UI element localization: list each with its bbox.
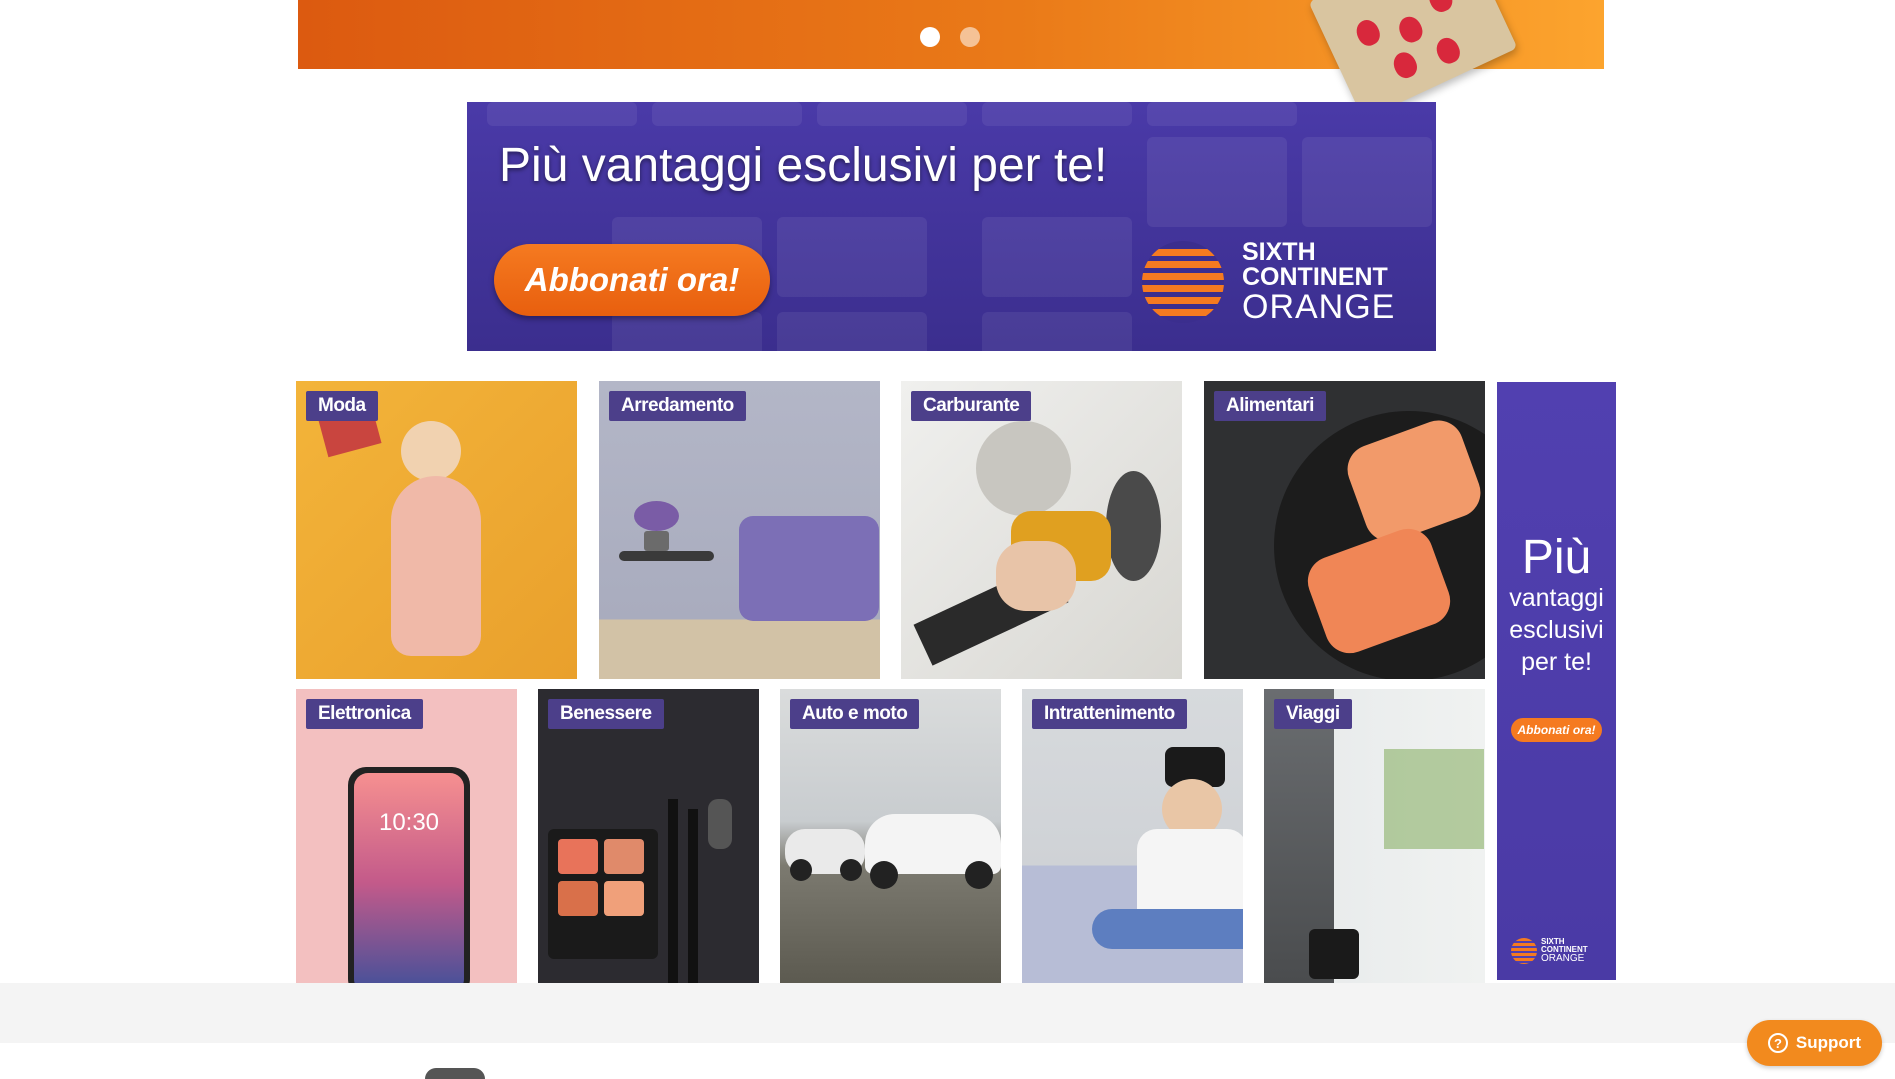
promo-banner[interactable]: Più vantaggi esclusivi per te! Abbonati …: [467, 102, 1436, 351]
sky-brand-line3: ORANGE: [1541, 953, 1585, 964]
category-intrattenimento[interactable]: Intrattenimento: [1022, 689, 1243, 983]
category-elettronica[interactable]: 10:30 Elettronica: [296, 689, 517, 983]
slider-pagination: [920, 27, 980, 47]
skyscraper-ad[interactable]: Più vantaggi esclusivi per te! Abbonati …: [1497, 382, 1616, 980]
support-button[interactable]: ? Support: [1747, 1020, 1882, 1066]
category-label: Alimentari: [1214, 391, 1326, 421]
brand-text-line1: SIXTH: [1242, 238, 1316, 266]
category-alimentari[interactable]: Alimentari: [1204, 381, 1485, 679]
sixth-continent-logo-icon: [1142, 241, 1224, 323]
sixth-continent-logo: SIXTH CONTINENT ORANGE: [1142, 240, 1395, 324]
category-benessere[interactable]: Benessere: [538, 689, 759, 983]
sky-brand-logo: SIXTH CONTINENT ORANGE: [1511, 938, 1588, 964]
category-label: Elettronica: [306, 699, 423, 729]
category-label: Arredamento: [609, 391, 746, 421]
category-label: Auto e moto: [790, 699, 920, 729]
sky-ad-line3: esclusivi: [1509, 616, 1604, 644]
brand-text-line2: CONTINENT: [1242, 263, 1388, 291]
category-label: Moda: [306, 391, 378, 421]
phone-clock-text: 10:30: [378, 809, 440, 836]
hero-slider[interactable]: [298, 0, 1604, 120]
sky-ad-line2: vantaggi: [1509, 584, 1604, 612]
category-label: Benessere: [548, 699, 664, 729]
support-label: Support: [1795, 1033, 1862, 1052]
slider-dot-1[interactable]: [920, 27, 940, 47]
footer-band: [0, 983, 1895, 1043]
category-label: Intrattenimento: [1032, 699, 1187, 729]
category-auto-e-moto[interactable]: Auto e moto: [780, 689, 1001, 983]
subscribe-button[interactable]: Abbonati ora!: [494, 244, 770, 316]
category-label: Carburante: [911, 391, 1032, 421]
category-arredamento[interactable]: Arredamento: [599, 381, 880, 679]
slider-dot-2[interactable]: [960, 27, 980, 47]
sky-ad-line4: per te!: [1521, 648, 1592, 676]
sky-subscribe-button[interactable]: Abbonati ora!: [1511, 718, 1602, 742]
category-viaggi[interactable]: Viaggi: [1264, 689, 1485, 983]
promo-title: Più vantaggi esclusivi per te!: [499, 139, 1108, 192]
category-carburante[interactable]: Carburante: [901, 381, 1182, 679]
sky-brand-logo-icon: [1511, 938, 1537, 964]
footer-logo-partial: [425, 1068, 485, 1079]
question-circle-icon: ?: [1767, 1033, 1788, 1053]
sky-ad-line1: Più: [1521, 531, 1592, 584]
category-moda[interactable]: Moda: [296, 381, 577, 679]
brand-text-line3: ORANGE: [1242, 288, 1396, 326]
category-label: Viaggi: [1274, 699, 1352, 729]
